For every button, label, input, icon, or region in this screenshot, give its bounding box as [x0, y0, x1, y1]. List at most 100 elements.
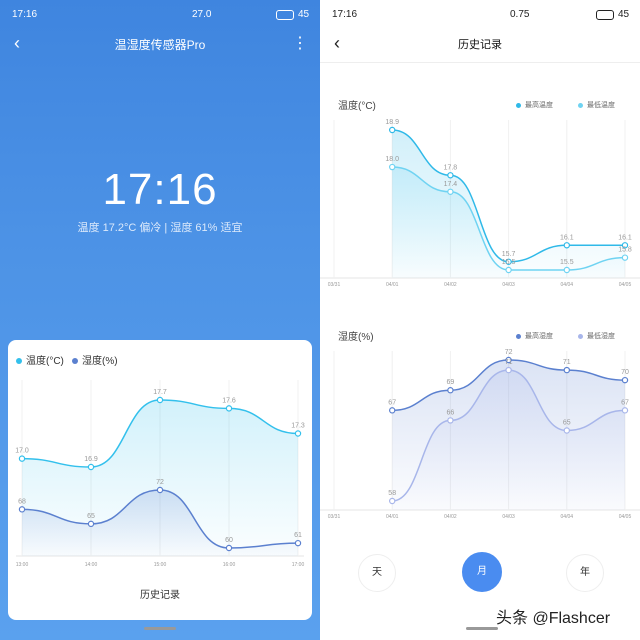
tick-label: 16:00 — [223, 562, 236, 568]
tick-label: 04/02 — [444, 514, 457, 520]
hum-series-point — [156, 486, 164, 494]
hum-series-data-label: 60 — [225, 537, 233, 544]
max-temp-series-data-label: 16.1 — [560, 234, 574, 241]
temp-series-data-label: 17.3 — [291, 423, 305, 430]
temp-series-point — [294, 430, 302, 437]
tick-label: 04/01 — [386, 282, 399, 288]
right-home-indicator — [466, 627, 498, 630]
tick-label: 04/03 — [502, 514, 515, 520]
min-temp-series-data-label: 17.4 — [444, 181, 458, 188]
min-hum-series-data-label: 65 — [563, 420, 571, 427]
min-hum-series-point — [563, 427, 570, 434]
min-hum-series-data-label: 67 — [621, 399, 629, 406]
max-temp-series-data-label: 18.9 — [385, 119, 399, 126]
hum-series-data-label: 65 — [87, 513, 95, 520]
more-menu-icon[interactable]: ⋮ — [292, 33, 308, 53]
max-hum-series-point — [621, 376, 629, 384]
battery-level: 45 — [298, 9, 310, 20]
tick-label: 04/03 — [502, 282, 515, 288]
temp-series-point — [156, 396, 164, 404]
tick-label: 04/04 — [561, 514, 574, 520]
temp-history-chart: 03/31 04/01 04/02 04/03 04/04 04/05 18.9 17.8 15… — [320, 119, 640, 288]
max-temp-series-point — [447, 172, 454, 179]
period-day-button[interactable]: 天 — [358, 554, 396, 592]
hum-series-point — [87, 520, 95, 528]
trend-card: 温度(°C) 湿度(%) 13:00 14:00 15:00 16:00 17:00 17… — [8, 340, 312, 620]
min-hum-series-data-label: 71 — [505, 359, 513, 366]
tick-label: 13:00 — [16, 562, 29, 568]
min-hum-series-point — [388, 497, 396, 505]
left-home-indicator — [144, 627, 176, 630]
page-title: 历史记录 — [458, 39, 502, 51]
min-temp-series-point — [505, 266, 512, 274]
tick-label: 04/05 — [619, 282, 632, 288]
network-speed: 27.0 — [192, 9, 212, 20]
min-hum-series-data-label: 66 — [447, 409, 455, 416]
tick-label: 04/02 — [444, 282, 457, 288]
hum-series-point — [18, 506, 26, 513]
battery-icon — [596, 10, 614, 20]
tick-label: 15:00 — [154, 562, 167, 568]
hum-series-data-label: 61 — [294, 532, 302, 539]
header-divider — [320, 62, 640, 63]
trend-chart: 13:00 14:00 15:00 16:00 17:00 17.0 16.9 17.7 17.… — [15, 380, 305, 568]
max-temp-series-point — [563, 242, 570, 249]
max-hum-series-data-label: 71 — [563, 359, 571, 366]
status-time: 17:16 — [12, 9, 38, 20]
temp-series-point — [87, 463, 95, 471]
max-hum-series-data-label: 69 — [447, 379, 455, 386]
sensor-main-screen: 17:16 27.0 45 ‹ 温湿度传感器Pro ⋮ 17:16 温度 17.… — [0, 0, 320, 640]
max-temp-series-point — [388, 126, 396, 134]
tick-label: 03/31 — [328, 514, 341, 520]
battery-icon — [276, 10, 294, 20]
tick-label: 17:00 — [292, 562, 305, 568]
min-hum-series-data-label: 58 — [388, 490, 396, 497]
min-temp-series-data-label: 15.5 — [560, 259, 574, 266]
tick-label: 04/04 — [561, 282, 574, 288]
min-temp-series-point — [447, 188, 454, 195]
hum-series-data-label: 72 — [156, 479, 164, 486]
temp-series-point — [18, 455, 26, 462]
min-temp-series-data-label: 15.8 — [618, 247, 632, 254]
status-time: 17:16 — [332, 9, 358, 20]
network-speed: 0.75 — [510, 9, 530, 20]
clock-display: 17:16 — [102, 165, 218, 214]
battery-level: 45 — [618, 9, 630, 20]
max-hum-series-point — [447, 387, 454, 394]
max-temp-series-data-label: 15.7 — [502, 251, 516, 258]
temp-series-data-label: 17.7 — [153, 389, 167, 396]
min-hum-series-point — [505, 366, 512, 374]
min-temp-series-point — [563, 266, 570, 274]
history-button[interactable]: 历史记录 — [8, 586, 312, 601]
tick-label: 04/05 — [619, 514, 632, 520]
min-temp-series-data-label: 18.0 — [385, 156, 399, 163]
tick-label: 04/01 — [386, 514, 399, 520]
page-title: 温湿度传感器Pro — [114, 38, 206, 52]
hum-series-point — [225, 544, 233, 552]
tick-label: 14:00 — [85, 562, 98, 568]
hum-series-data-label: 68 — [18, 498, 26, 505]
max-hum-series-point — [563, 366, 570, 374]
temp-series-data-label: 17.0 — [15, 448, 29, 455]
min-temp-series-data-label: 15.5 — [502, 259, 516, 266]
temp-series-point — [225, 405, 233, 412]
max-hum-series-data-label: 72 — [505, 349, 513, 356]
max-temp-series-data-label: 17.8 — [444, 164, 458, 171]
min-temp-series-point — [388, 163, 396, 171]
sensor-status-text: 温度 17.2°C 偏冷 | 湿度 61% 适宜 — [77, 222, 243, 234]
min-hum-series-point — [621, 407, 629, 414]
max-temp-series-data-label: 16.1 — [618, 234, 632, 241]
history-screen: 17:16 0.75 45 ‹ 历史记录 温度(°C) 最高温度 最低温度 03… — [320, 0, 640, 640]
max-hum-series-point — [388, 407, 396, 414]
watermark: 头条 @Flashcer — [496, 610, 611, 627]
max-hum-series-data-label: 67 — [388, 399, 396, 406]
period-month-button[interactable]: 月 — [462, 552, 502, 592]
min-temp-series-point — [621, 254, 629, 261]
min-hum-series-point — [447, 417, 454, 424]
tick-label: 03/31 — [328, 282, 341, 288]
period-year-button[interactable]: 年 — [566, 554, 604, 592]
temp-series-data-label: 16.9 — [84, 456, 98, 463]
max-hum-series-data-label: 70 — [621, 369, 629, 376]
hum-series-point — [294, 539, 302, 547]
temp-series-data-label: 17.6 — [222, 397, 236, 404]
